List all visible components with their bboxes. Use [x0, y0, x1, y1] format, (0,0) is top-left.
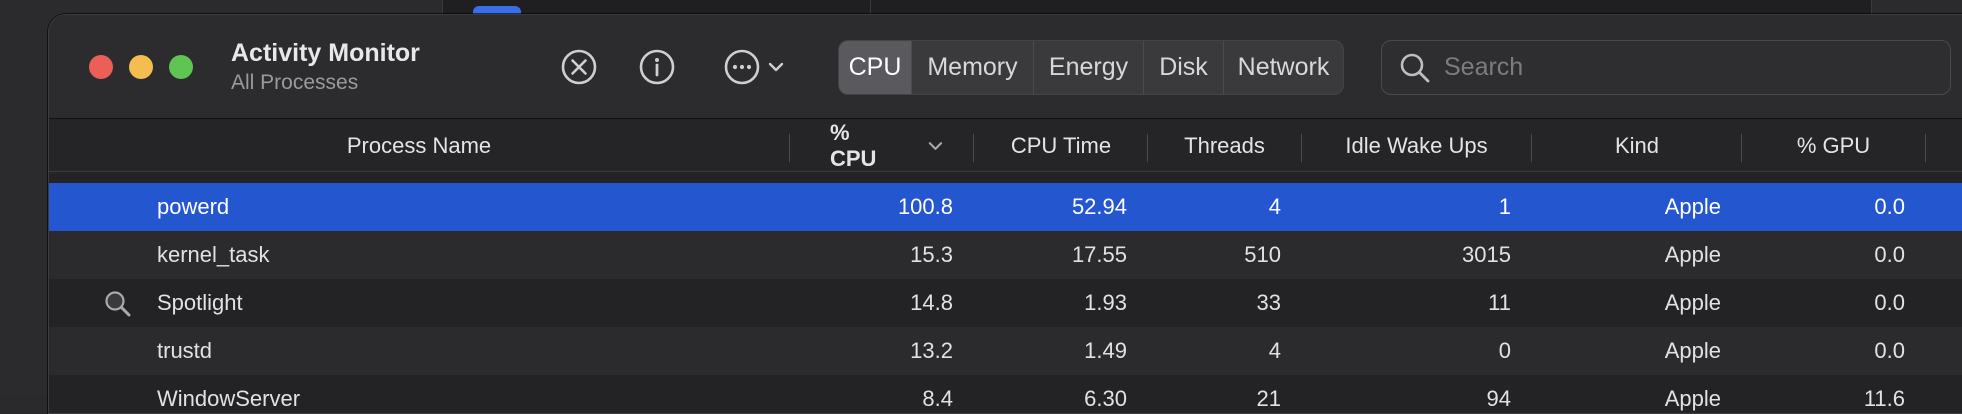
close-window-button[interactable]: [89, 55, 113, 79]
idle-wake-ups: 94: [1486, 386, 1511, 411]
activity-monitor-window: Activity Monitor All Processes CPU Memor…: [48, 14, 1962, 414]
minimize-window-button[interactable]: [129, 55, 153, 79]
column-header-cpu-time[interactable]: CPU Time: [974, 120, 1148, 172]
thread-count: 33: [1256, 290, 1281, 315]
table-row[interactable]: trustd 13.2 1.49 4 0 Apple 0.0: [49, 327, 1962, 375]
search-field[interactable]: [1381, 40, 1951, 95]
sort-descending-icon: [928, 142, 943, 150]
gpu-percent: 11.6: [1863, 386, 1905, 411]
cpu-time: 1.49: [1084, 338, 1127, 363]
tab-disk[interactable]: Disk: [1143, 41, 1223, 94]
process-table: powerd 100.8 52.94 4 1 Apple 0.0 kernel_…: [49, 183, 1962, 413]
column-header-idle-wake-ups[interactable]: Idle Wake Ups: [1302, 120, 1531, 172]
column-header-cpu[interactable]: % CPU: [790, 120, 945, 172]
cpu-percent: 8.4: [922, 386, 953, 411]
tab-memory[interactable]: Memory: [911, 41, 1033, 94]
tab-network[interactable]: Network: [1223, 41, 1343, 94]
idle-wake-ups: 1: [1498, 194, 1511, 219]
thread-count: 4: [1268, 338, 1281, 363]
column-header-threads[interactable]: Threads: [1148, 120, 1301, 172]
process-kind: Apple: [1664, 386, 1721, 411]
magnifier-icon: [103, 289, 133, 319]
cpu-percent: 15.3: [910, 242, 953, 267]
zoom-window-button[interactable]: [169, 55, 193, 79]
cpu-time: 6.30: [1084, 386, 1127, 411]
window-title: Activity Monitor: [231, 39, 420, 67]
search-icon: [1398, 51, 1432, 85]
info-icon: [639, 49, 675, 85]
table-row[interactable]: Spotlight 14.8 1.93 33 11 Apple 0.0: [49, 279, 1962, 327]
cpu-percent: 14.8: [910, 290, 953, 315]
view-tab-bar: CPU Memory Energy Disk Network: [838, 40, 1344, 95]
process-kind: Apple: [1664, 290, 1721, 315]
gpu-percent: 0.0: [1874, 242, 1905, 267]
process-kind: Apple: [1664, 194, 1721, 219]
idle-wake-ups: 3015: [1462, 242, 1511, 267]
thread-count: 21: [1256, 386, 1281, 411]
cpu-percent: 13.2: [910, 338, 953, 363]
column-header-process-name[interactable]: Process Name: [49, 120, 789, 172]
column-header-cpu-label: % CPU: [830, 120, 877, 171]
x-circle-icon: [561, 49, 597, 85]
cpu-time: 1.93: [1084, 290, 1127, 315]
gpu-percent: 0.0: [1874, 194, 1905, 219]
process-kind: Apple: [1664, 338, 1721, 363]
stop-process-button[interactable]: [559, 47, 599, 87]
cpu-percent: 100.8: [897, 194, 953, 219]
gpu-percent: 0.0: [1874, 338, 1905, 363]
idle-wake-ups: 11: [1488, 290, 1511, 315]
cpu-time: 17.55: [1071, 242, 1127, 267]
table-row[interactable]: powerd 100.8 52.94 4 1 Apple 0.0: [49, 183, 1962, 231]
cpu-time: 52.94: [1071, 194, 1127, 219]
process-kind: Apple: [1664, 242, 1721, 267]
column-header-row: Process Name % CPU CPU Time Threads Idle…: [49, 120, 1962, 172]
window-subtitle: All Processes: [231, 71, 359, 94]
tab-energy[interactable]: Energy: [1033, 41, 1143, 94]
column-header-gpu[interactable]: % GPU: [1742, 120, 1925, 172]
gpu-percent: 0.0: [1874, 290, 1905, 315]
process-name: powerd: [157, 194, 230, 219]
ellipsis-circle-icon: [724, 49, 760, 85]
more-actions-menu[interactable]: [719, 47, 789, 87]
table-row[interactable]: kernel_task 15.3 17.55 510 3015 Apple 0.…: [49, 231, 1962, 279]
inspect-process-button[interactable]: [637, 47, 677, 87]
process-name: trustd: [157, 338, 213, 363]
table-row[interactable]: WindowServer 8.4 6.30 21 94 Apple 11.6: [49, 375, 1962, 413]
thread-count: 510: [1244, 242, 1281, 267]
column-header-kind[interactable]: Kind: [1532, 120, 1742, 172]
search-input[interactable]: [1444, 53, 1904, 82]
process-name: Spotlight: [157, 290, 243, 315]
chevron-down-icon: [768, 62, 784, 72]
process-name: WindowServer: [157, 386, 301, 411]
idle-wake-ups: 0: [1498, 338, 1511, 363]
thread-count: 4: [1268, 194, 1281, 219]
toolbar: Activity Monitor All Processes CPU Memor…: [49, 15, 1962, 119]
column-divider[interactable]: [1925, 134, 1926, 162]
process-name: kernel_task: [157, 242, 270, 267]
tab-cpu[interactable]: CPU: [839, 41, 911, 94]
